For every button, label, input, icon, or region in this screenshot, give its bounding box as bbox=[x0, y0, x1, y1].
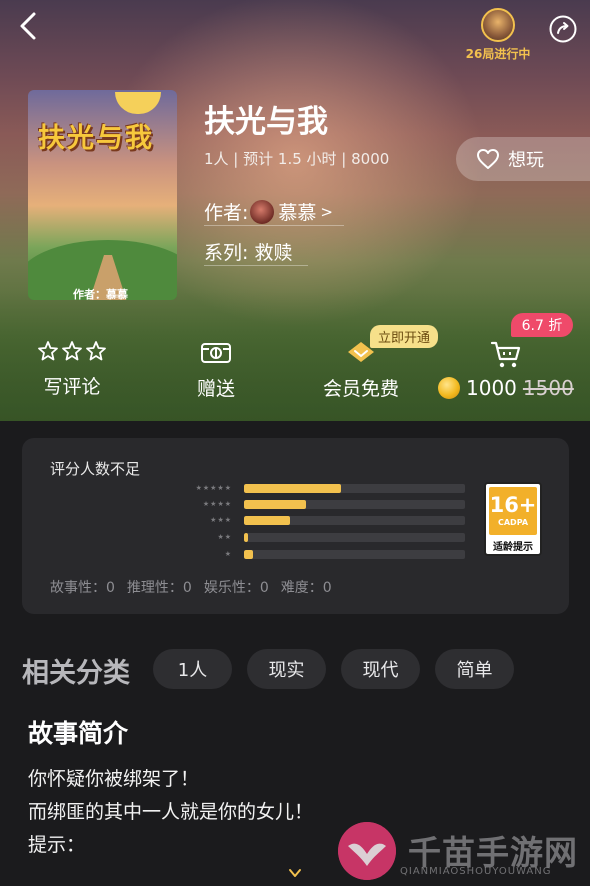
rating-row-2: ★★ bbox=[172, 532, 465, 542]
original-price: 1500 bbox=[522, 376, 574, 400]
intro-line: 而绑匪的其中一人就是你的女儿！ bbox=[28, 801, 314, 823]
rating-stars-2: ★★ bbox=[217, 533, 232, 541]
category-tag[interactable]: 现实 bbox=[247, 649, 326, 689]
series-link[interactable]: 系列: 救赎 bbox=[204, 238, 308, 266]
rating-stars-3: ★★★ bbox=[210, 516, 232, 524]
player-avatar bbox=[481, 8, 515, 42]
metric-difficulty: 难度：0 bbox=[280, 580, 332, 596]
intro-line: 你怀疑你被绑架了！ bbox=[28, 768, 200, 790]
metric-reasoning: 推理性：0 bbox=[126, 580, 192, 596]
chevron-down-icon[interactable] bbox=[288, 866, 302, 880]
category-tag[interactable]: 1人 bbox=[153, 649, 232, 689]
rating-row-1: ★ bbox=[172, 549, 465, 559]
heart-icon bbox=[477, 149, 499, 169]
vip-free-label: 会员免费 bbox=[322, 378, 399, 400]
rating-bar-5 bbox=[244, 483, 465, 493]
rating-fill-1 bbox=[244, 549, 253, 559]
vip-free-button[interactable]: 会员免费 bbox=[312, 340, 410, 401]
want-to-play-button[interactable]: 想玩 bbox=[456, 137, 590, 181]
metric-fun: 娱乐性：0 bbox=[203, 580, 269, 596]
rating-row-4: ★★★★ bbox=[172, 499, 465, 509]
related-categories-label: 相关分类 bbox=[22, 658, 130, 689]
watermark-subtext: QIANMIAOSHOUYOUWANG bbox=[400, 866, 552, 877]
rating-bar-4 bbox=[244, 499, 465, 509]
intro-line: 提示： bbox=[28, 834, 86, 856]
game-meta: 1人 | 预计 1.5 小时 | 8000 bbox=[204, 150, 390, 168]
rating-row-3: ★★★ bbox=[172, 515, 465, 525]
watermark: 千苗手游网 QIANMIAOSHOUYOUWANG bbox=[338, 820, 588, 886]
diamond-icon bbox=[348, 342, 374, 362]
coin-icon bbox=[438, 377, 460, 399]
intro-title: 故事简介 bbox=[28, 719, 129, 748]
rating-title: 评分人数不足 bbox=[50, 460, 141, 478]
category-tag[interactable]: 现代 bbox=[341, 649, 420, 689]
age-rating-top: 16+ CADPA bbox=[489, 487, 537, 535]
age-rating-badge[interactable]: 16+ CADPA 适龄提示 bbox=[484, 482, 542, 556]
author-avatar bbox=[250, 199, 275, 224]
rating-metrics: 故事性：0 推理性：0 娱乐性：0 难度：0 bbox=[50, 577, 332, 597]
chevron-right-icon: > bbox=[320, 202, 333, 221]
players-count-label: 26局进行中 bbox=[465, 47, 531, 61]
rating-fill-5 bbox=[244, 483, 342, 493]
author-link[interactable]: 作者: 慕慕 > bbox=[204, 198, 344, 226]
price-row[interactable]: 1000 1500 bbox=[438, 376, 574, 400]
discount-badge: 6.7 折 bbox=[511, 313, 573, 337]
stars-icon bbox=[38, 341, 106, 361]
gift-label: 赠送 bbox=[196, 378, 235, 400]
cover-moon bbox=[115, 92, 161, 114]
rating-bar-2 bbox=[244, 532, 465, 542]
share-icon[interactable] bbox=[548, 14, 578, 44]
rating-stars-1: ★ bbox=[224, 550, 232, 558]
rating-row-5: ★★★★★ bbox=[172, 483, 465, 493]
watermark-logo-icon bbox=[338, 822, 396, 880]
players-in-progress[interactable]: 26局进行中 bbox=[462, 8, 534, 62]
rating-fill-2 bbox=[244, 532, 249, 542]
age-rating-value: 16+ bbox=[489, 493, 537, 517]
current-price: 1000 bbox=[466, 376, 517, 400]
author-name: 慕慕 bbox=[278, 202, 317, 224]
game-cover: 扶光与我 作者：慕慕 bbox=[28, 90, 177, 300]
game-title: 扶光与我 bbox=[204, 104, 328, 140]
series-label: 系列: 救赎 bbox=[204, 242, 293, 264]
want-to-play-label: 想玩 bbox=[508, 150, 544, 171]
category-tag[interactable]: 简单 bbox=[435, 649, 514, 689]
rating-stars-4: ★★★★ bbox=[202, 500, 232, 508]
write-review-label: 写评论 bbox=[43, 376, 101, 398]
rating-bar-3 bbox=[244, 515, 465, 525]
age-rating-hint: 适龄提示 bbox=[493, 542, 533, 553]
rating-bar-1 bbox=[244, 549, 465, 559]
author-key: 作者: bbox=[204, 202, 249, 224]
gift-button[interactable]: 赠送 bbox=[176, 340, 256, 401]
metric-story: 故事性：0 bbox=[50, 580, 115, 596]
age-rating-org: CADPA bbox=[497, 518, 529, 527]
rating-fill-4 bbox=[244, 499, 306, 509]
rating-stars-5: ★★★★★ bbox=[195, 484, 232, 492]
write-review-button[interactable]: 写评论 bbox=[30, 340, 114, 399]
gift-icon bbox=[201, 343, 231, 363]
cart-icon[interactable] bbox=[490, 340, 522, 370]
rating-fill-3 bbox=[244, 515, 291, 525]
rating-card: 评分人数不足 ★★★★★ ★★★★ ★★★ ★★ ★ 16+ CADPA 适龄提… bbox=[22, 438, 569, 614]
back-icon[interactable] bbox=[14, 10, 46, 42]
cover-title: 扶光与我 bbox=[38, 123, 154, 154]
cover-author: 作者：慕慕 bbox=[73, 288, 128, 300]
